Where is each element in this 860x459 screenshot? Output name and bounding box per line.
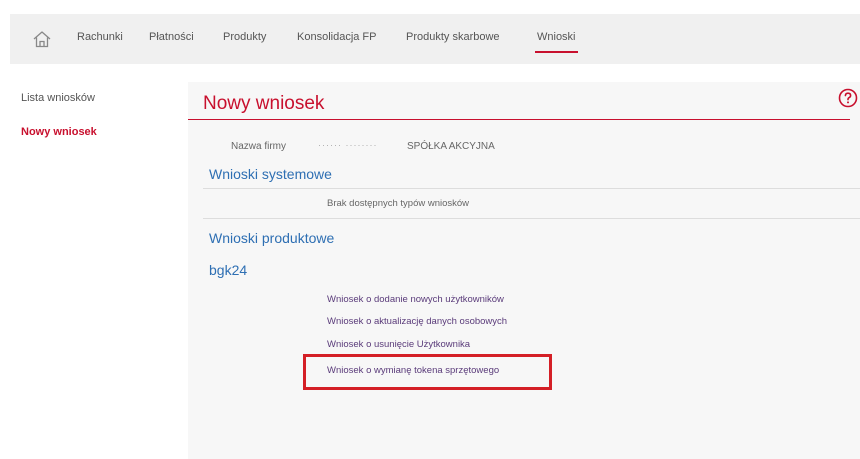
no-available-types-message: Brak dostępnych typów wniosków [327, 198, 470, 209]
divider [203, 188, 860, 189]
application-link-remove-user[interactable]: Wniosek o usunięcie Użytkownika [327, 339, 470, 350]
main-navigation-bar: Rachunki Płatności Produkty Konsolidacja… [10, 14, 860, 64]
home-icon [33, 31, 51, 48]
application-link-add-users[interactable]: Wniosek o dodanie nowych użytkowników [327, 294, 504, 305]
sidebar-item-nowy-wniosek[interactable]: Nowy wniosek [21, 126, 97, 138]
nav-produkty-skarbowe[interactable]: Produkty skarbowe [406, 31, 500, 43]
help-circle-icon [838, 88, 858, 108]
nav-rachunki[interactable]: Rachunki [77, 31, 123, 43]
nav-produkty[interactable]: Produkty [223, 31, 266, 43]
nav-platnosci[interactable]: Płatności [149, 31, 194, 43]
product-group-heading: bgk24 [209, 262, 248, 278]
page-title: Nowy wniosek [203, 93, 325, 114]
home-button[interactable] [31, 28, 53, 50]
highlight-frame [303, 354, 552, 390]
nav-wnioski[interactable]: Wnioski [535, 31, 578, 53]
main-content: Nowy wniosek Nazwa firmy ······ ········… [188, 82, 860, 459]
product-applications-heading: Wnioski produktowe [209, 230, 335, 246]
sidebar-item-lista-wnioskow[interactable]: Lista wniosków [21, 92, 95, 104]
title-divider [188, 119, 850, 120]
system-applications-heading: Wnioski systemowe [209, 166, 332, 182]
divider [203, 218, 860, 219]
company-name-redacted: ······ ········ [318, 140, 378, 150]
company-name-value: SPÓŁKA AKCYJNA [407, 141, 495, 152]
nav-konsolidacja-fp[interactable]: Konsolidacja FP [297, 31, 377, 43]
application-link-update-personal-data[interactable]: Wniosek o aktualizację danych osobowych [327, 316, 507, 327]
help-button[interactable] [837, 87, 859, 109]
company-name-label: Nazwa firmy [231, 141, 287, 152]
